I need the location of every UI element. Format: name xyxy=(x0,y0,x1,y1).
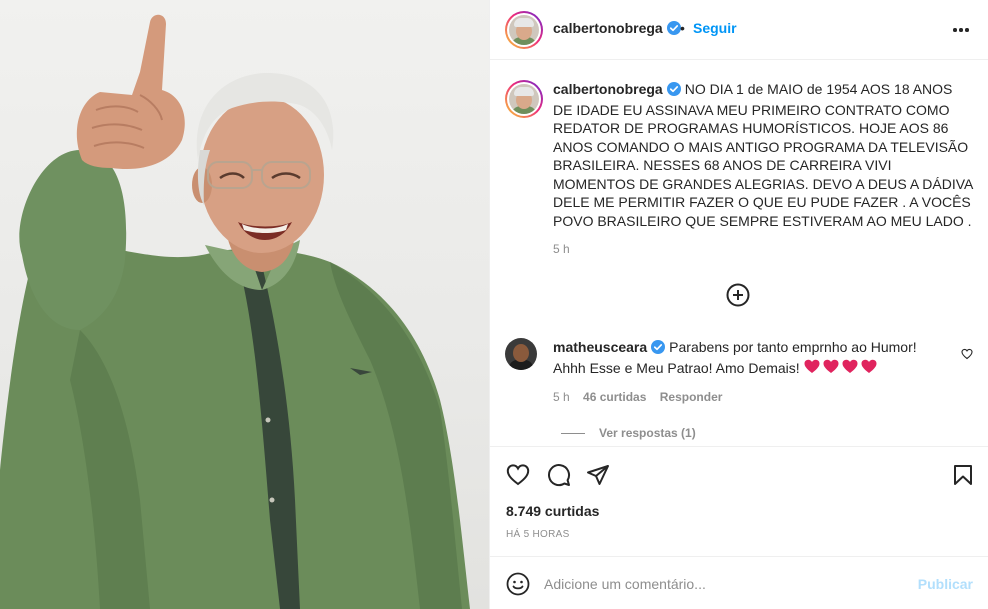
comment-text-block: matheusceara Parabens por tanto emprnho a… xyxy=(553,338,933,380)
post-header: calbertonobrega • Seguir xyxy=(490,0,988,60)
post-photo xyxy=(0,0,489,609)
paper-plane-icon[interactable] xyxy=(586,463,610,487)
follow-button[interactable]: Seguir xyxy=(693,20,737,36)
smiley-icon[interactable] xyxy=(506,572,530,596)
post-action-bar xyxy=(490,446,988,502)
commenter-username[interactable]: matheusceara xyxy=(553,339,647,355)
author-username[interactable]: calbertonobrega xyxy=(553,20,663,36)
author-username-row: calbertonobrega xyxy=(553,20,681,38)
separator-dot: • xyxy=(680,20,685,36)
comment-heart-icon[interactable] xyxy=(961,347,973,360)
caption-text-block: calbertonobrega NO DIA 1 de MAIO de 1954 … xyxy=(553,80,973,230)
more-options-icon[interactable] xyxy=(953,28,969,32)
commenter-avatar[interactable] xyxy=(505,338,537,370)
caption-section: calbertonobrega NO DIA 1 de MAIO de 1954 … xyxy=(490,60,988,444)
add-comment-bar: Publicar xyxy=(490,556,988,609)
verified-badge-icon xyxy=(666,21,681,38)
comment-input[interactable] xyxy=(544,573,904,595)
caption-text: NO DIA 1 de MAIO de 1954 AOS 18 ANOS DE … xyxy=(553,81,973,229)
verified-badge-icon xyxy=(666,82,681,101)
bookmark-icon[interactable] xyxy=(951,463,975,487)
post-detail-panel: calbertonobrega • Seguir calbertonobrega… xyxy=(489,0,988,609)
comment-timestamp[interactable]: 5 h xyxy=(553,390,570,404)
reply-button[interactable]: Responder xyxy=(660,390,723,404)
comment-bubble-icon[interactable] xyxy=(547,463,571,487)
view-replies-button[interactable]: Ver respostas (1) xyxy=(561,426,696,440)
post-photo-illustration xyxy=(0,14,470,609)
caption-timestamp[interactable]: 5 h xyxy=(553,242,570,256)
comment-likes[interactable]: 46 curtidas xyxy=(583,390,646,404)
heart-icon[interactable] xyxy=(506,463,530,487)
author-avatar[interactable] xyxy=(505,11,543,49)
post-likes-count[interactable]: 8.749 curtidas xyxy=(506,503,599,519)
view-replies-label: Ver respostas (1) xyxy=(599,426,696,440)
plus-circle-icon[interactable] xyxy=(726,283,750,307)
red-hearts-emoji xyxy=(804,359,878,380)
comment-meta: 5 h 46 curtidas Responder xyxy=(553,390,732,404)
post-time-ago[interactable]: HÁ 5 HORAS xyxy=(506,529,570,540)
caption-username[interactable]: calbertonobrega xyxy=(553,81,663,97)
replies-divider-line xyxy=(561,433,585,435)
publish-button[interactable]: Publicar xyxy=(918,576,973,592)
caption-author-avatar[interactable] xyxy=(505,80,543,118)
verified-badge-icon xyxy=(651,340,666,359)
